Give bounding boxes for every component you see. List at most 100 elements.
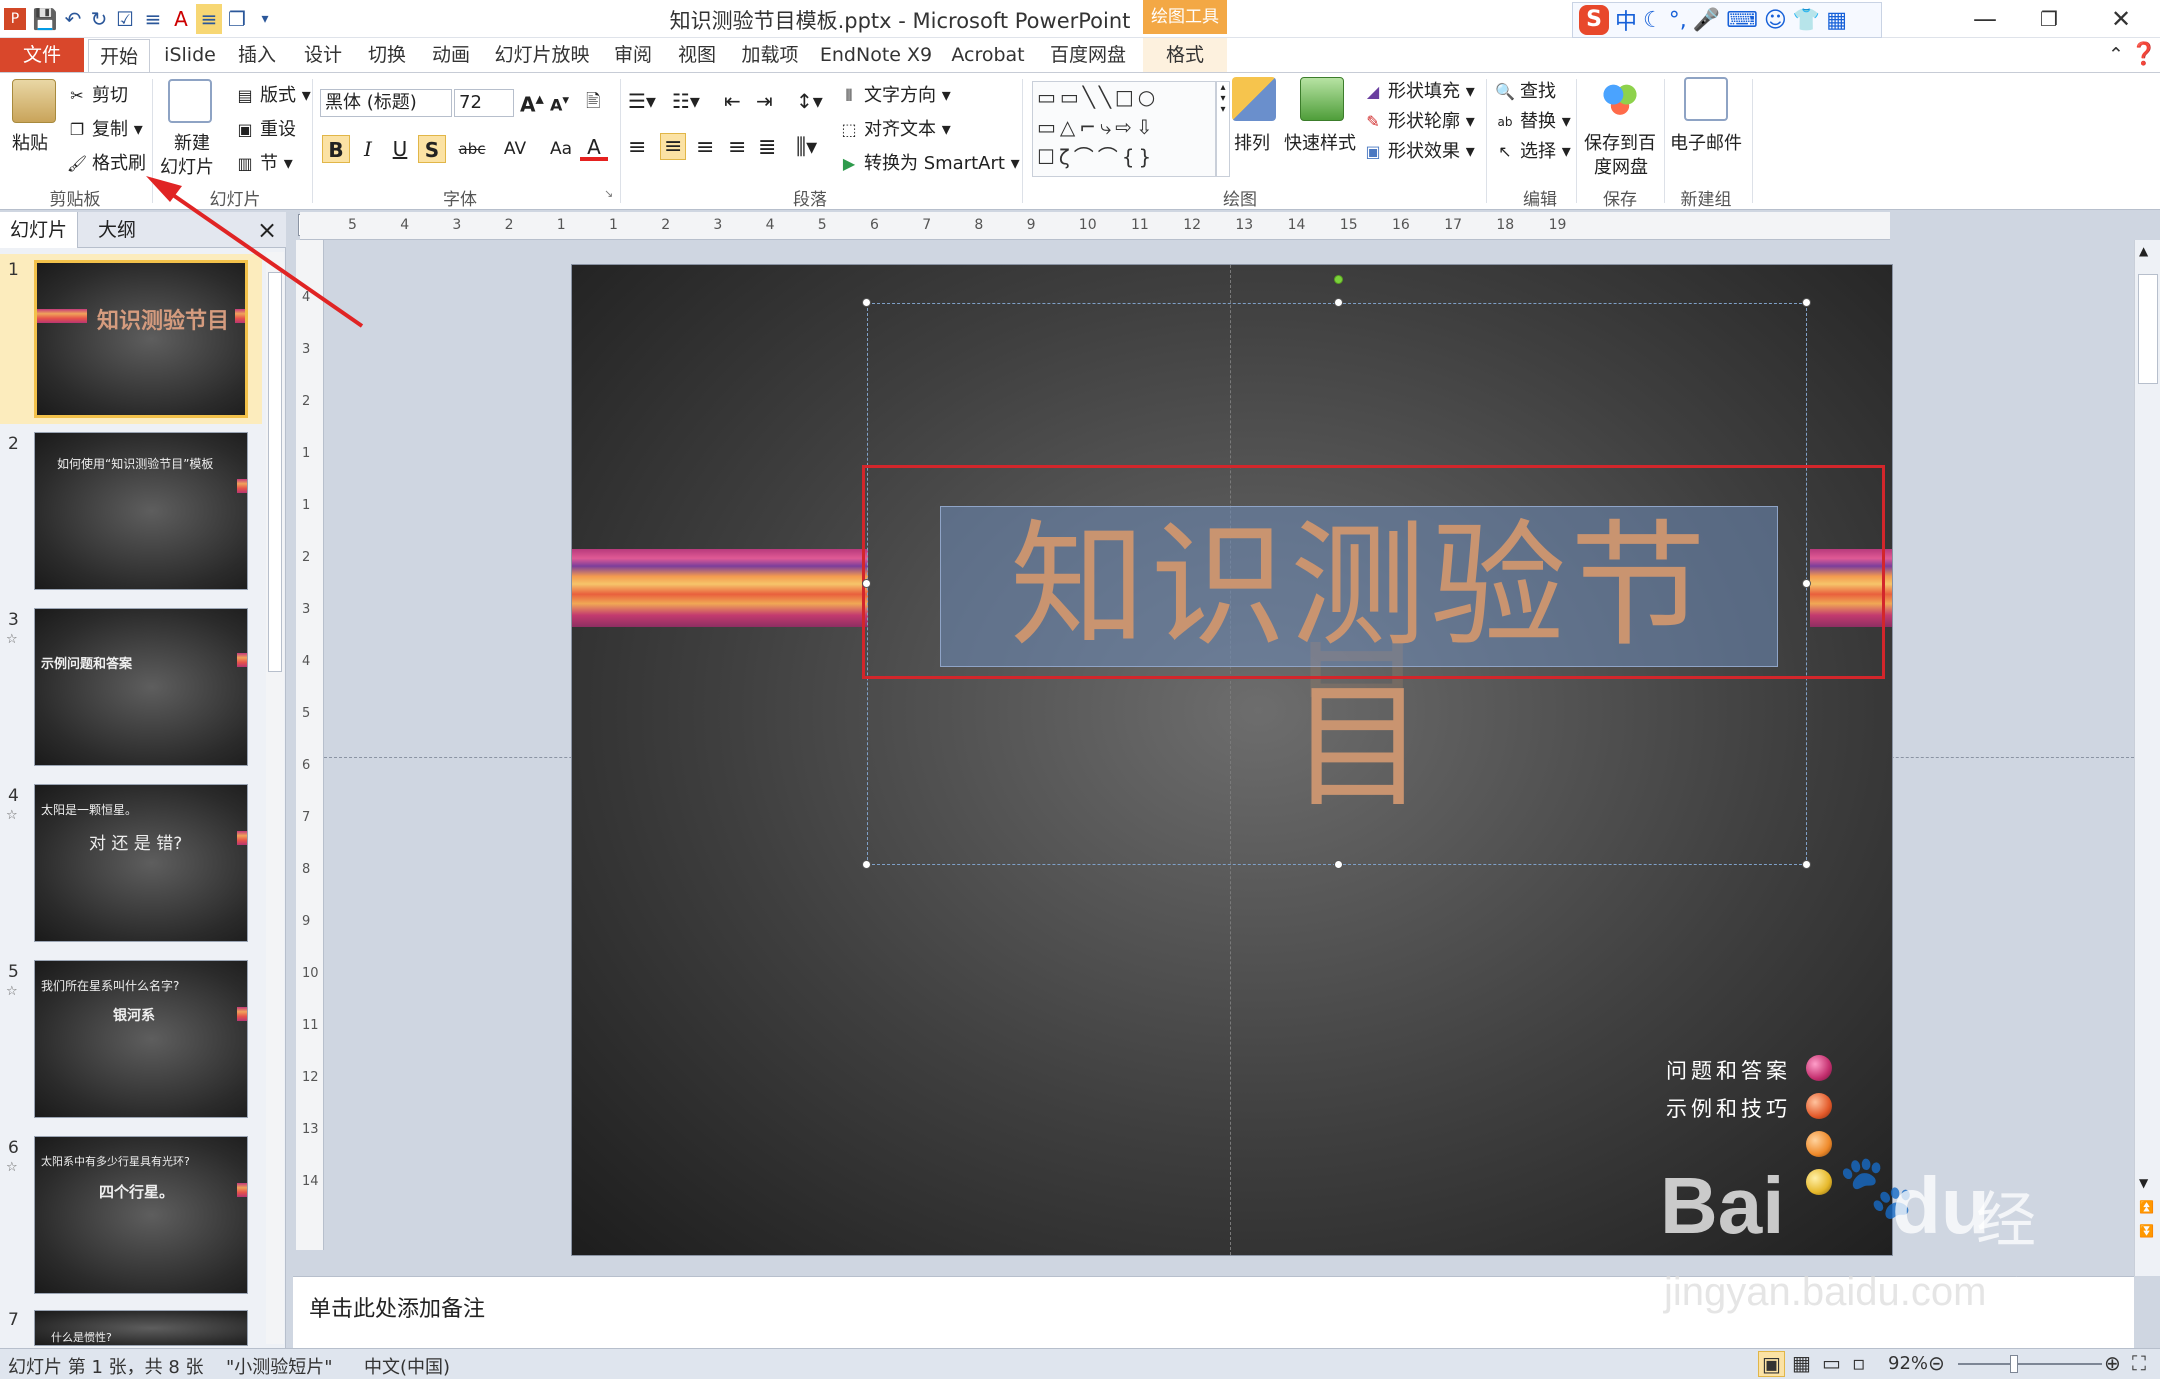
resize-handle-s[interactable]: [1334, 860, 1343, 869]
grow-font-icon[interactable]: A▴: [520, 89, 544, 117]
people-icon[interactable]: ☺: [1764, 8, 1787, 33]
shapes-gallery-scroll[interactable]: ▴ ▾ ▾: [1216, 81, 1230, 177]
grid-icon[interactable]: ▦: [1826, 8, 1847, 33]
quick-styles-button[interactable]: 快速样式: [1284, 129, 1356, 155]
shirt-icon[interactable]: 👕: [1793, 8, 1820, 33]
theme-name[interactable]: "小测验短片": [226, 1353, 333, 1379]
punctuation-icon[interactable]: °,: [1669, 8, 1687, 33]
microphone-icon[interactable]: 🎤: [1693, 8, 1720, 33]
shrink-font-icon[interactable]: A▾: [550, 93, 569, 114]
thumbnail-scrollbar[interactable]: [266, 252, 284, 1344]
new-slide-label-2[interactable]: 幻灯片: [160, 153, 214, 179]
notes-placeholder[interactable]: 单击此处添加备注: [309, 1297, 485, 1322]
legend-item-tips[interactable]: 示例和技巧: [1666, 1093, 1791, 1123]
clear-format-icon[interactable]: 🖹: [586, 89, 600, 119]
collapse-ribbon-icon[interactable]: ⌃: [2106, 38, 2126, 72]
thumbnail-slide-6[interactable]: 太阳系中有多少行星具有光环? 四个行星。: [34, 1136, 248, 1294]
minimize-icon[interactable]: —: [1954, 0, 2016, 38]
scroll-thumb[interactable]: [2138, 274, 2158, 384]
tab-review[interactable]: 审阅: [608, 38, 658, 72]
decrease-indent-icon[interactable]: ⇤: [724, 89, 741, 113]
tab-insert[interactable]: 插入: [232, 38, 282, 72]
tab-outline[interactable]: 大纲: [80, 212, 154, 248]
shape-effects-button[interactable]: ▣ 形状效果 ▾: [1362, 137, 1474, 163]
zoom-out-icon[interactable]: ⊝: [1928, 1351, 1945, 1375]
moon-icon[interactable]: ☾: [1643, 8, 1663, 33]
language-indicator[interactable]: 中文(中国): [364, 1353, 450, 1379]
paste-button[interactable]: 粘贴: [12, 129, 48, 155]
scroll-up-icon[interactable]: ▲: [2139, 244, 2148, 258]
increase-indent-icon[interactable]: ⇥: [756, 89, 773, 113]
previous-slide-icon[interactable]: ⏫: [2139, 1200, 2154, 1214]
replace-button[interactable]: ab 替换 ▾: [1494, 107, 1571, 133]
tab-slides[interactable]: 幻灯片: [0, 212, 78, 248]
tab-animations[interactable]: 动画: [426, 38, 476, 72]
text-direction-button[interactable]: ⫴ 文字方向 ▾: [838, 81, 951, 107]
change-case-button[interactable]: Aa: [540, 135, 582, 163]
cut-button[interactable]: ✂ 剪切: [66, 81, 128, 107]
reading-view-icon[interactable]: ▭: [1822, 1351, 1841, 1375]
align-left-icon[interactable]: ≡: [628, 135, 646, 160]
bold-button[interactable]: B: [322, 135, 350, 163]
tab-home[interactable]: 开始: [88, 39, 150, 73]
distributed-icon[interactable]: ≣: [758, 135, 776, 160]
arrange-button[interactable]: 排列: [1234, 129, 1270, 155]
paste-icon[interactable]: [12, 79, 56, 123]
align-text-button[interactable]: ⬚ 对齐文本 ▾: [838, 115, 950, 141]
new-slide-label-1[interactable]: 新建: [174, 129, 210, 155]
justify-icon[interactable]: ≡: [728, 135, 746, 160]
columns-icon[interactable]: ⫼▾: [796, 135, 817, 160]
tab-islide[interactable]: iSlide: [160, 38, 220, 72]
keyboard-icon[interactable]: ⌨: [1726, 8, 1758, 33]
close-icon[interactable]: ✕: [2090, 0, 2152, 38]
baidu-netdisk-icon[interactable]: [1598, 77, 1642, 121]
save-baidu-label-2[interactable]: 度网盘: [1594, 153, 1648, 179]
editor-scrollbar[interactable]: ▲ ▼ ⏫ ⏬: [2134, 240, 2160, 1276]
next-slide-icon[interactable]: ⏬: [2139, 1224, 2154, 1238]
shape-outline-button[interactable]: ✎ 形状轮廓 ▾: [1362, 107, 1474, 133]
resize-handle-sw[interactable]: [862, 860, 871, 869]
email-icon[interactable]: [1684, 77, 1728, 121]
tab-endnote[interactable]: EndNote X9: [818, 38, 934, 72]
fit-to-window-icon[interactable]: ⛶: [2132, 1351, 2146, 1375]
thumbnail-slide-2[interactable]: 如何使用“知识测验节目”模板: [34, 432, 248, 590]
slide-canvas[interactable]: 知识测验节目 知识测验节目 问题和答案 示例和技巧: [572, 265, 1892, 1255]
line-spacing-icon[interactable]: ↕▾: [796, 89, 823, 113]
find-button[interactable]: 🔍 查找: [1494, 77, 1556, 103]
thumbnail-slide-7[interactable]: 什么是惯性?: [34, 1310, 248, 1346]
shadow-button[interactable]: S: [418, 135, 446, 163]
save-baidu-label-1[interactable]: 保存到百: [1584, 129, 1656, 155]
email-button[interactable]: 电子邮件: [1670, 129, 1742, 155]
resize-handle-se[interactable]: [1802, 860, 1811, 869]
resize-handle-nw[interactable]: [862, 298, 871, 307]
font-size-select[interactable]: 72: [454, 89, 514, 117]
thumbnail-slide-3[interactable]: 示例问题和答案: [34, 608, 248, 766]
thumbnail-slide-1[interactable]: 知识测验节目: [34, 260, 248, 418]
rotation-handle[interactable]: [1334, 275, 1343, 284]
align-right-icon[interactable]: ≡: [696, 135, 714, 160]
resize-handle-n[interactable]: [1334, 298, 1343, 307]
tab-file[interactable]: 文件: [0, 38, 84, 72]
slide-sorter-icon[interactable]: ▦: [1792, 1351, 1811, 1375]
zoom-slider[interactable]: [1958, 1363, 2102, 1365]
bullets-icon[interactable]: ☰▾: [628, 89, 656, 113]
shape-fill-button[interactable]: ◢ 形状填充 ▾: [1362, 77, 1475, 103]
layout-button[interactable]: ▤ 版式 ▾: [234, 81, 310, 107]
select-button[interactable]: ↖ 选择 ▾: [1494, 137, 1570, 163]
underline-button[interactable]: U: [386, 135, 414, 163]
resize-handle-e[interactable]: [1802, 579, 1811, 588]
restore-icon[interactable]: ❐: [2018, 0, 2080, 38]
tab-acrobat[interactable]: Acrobat: [948, 38, 1028, 72]
font-color-button[interactable]: A: [580, 133, 608, 161]
char-spacing-button[interactable]: AV: [494, 135, 536, 163]
reset-button[interactable]: ▣ 重设: [234, 115, 296, 141]
help-icon[interactable]: ❓: [2130, 38, 2157, 72]
tab-addins[interactable]: 加载项: [736, 38, 804, 72]
shapes-gallery[interactable]: ▭▭╲╲□○ ▭△⌐⤷⇨⇩ ☐ζ⌒⌒{}: [1032, 81, 1216, 177]
zoom-in-icon[interactable]: ⊕: [2104, 1351, 2121, 1375]
close-panel-icon[interactable]: ×: [252, 212, 282, 248]
resize-handle-ne[interactable]: [1802, 298, 1811, 307]
normal-view-icon[interactable]: ▣: [1758, 1351, 1785, 1377]
zoom-slider-thumb[interactable]: [2010, 1355, 2018, 1373]
new-slide-icon[interactable]: [168, 79, 212, 123]
